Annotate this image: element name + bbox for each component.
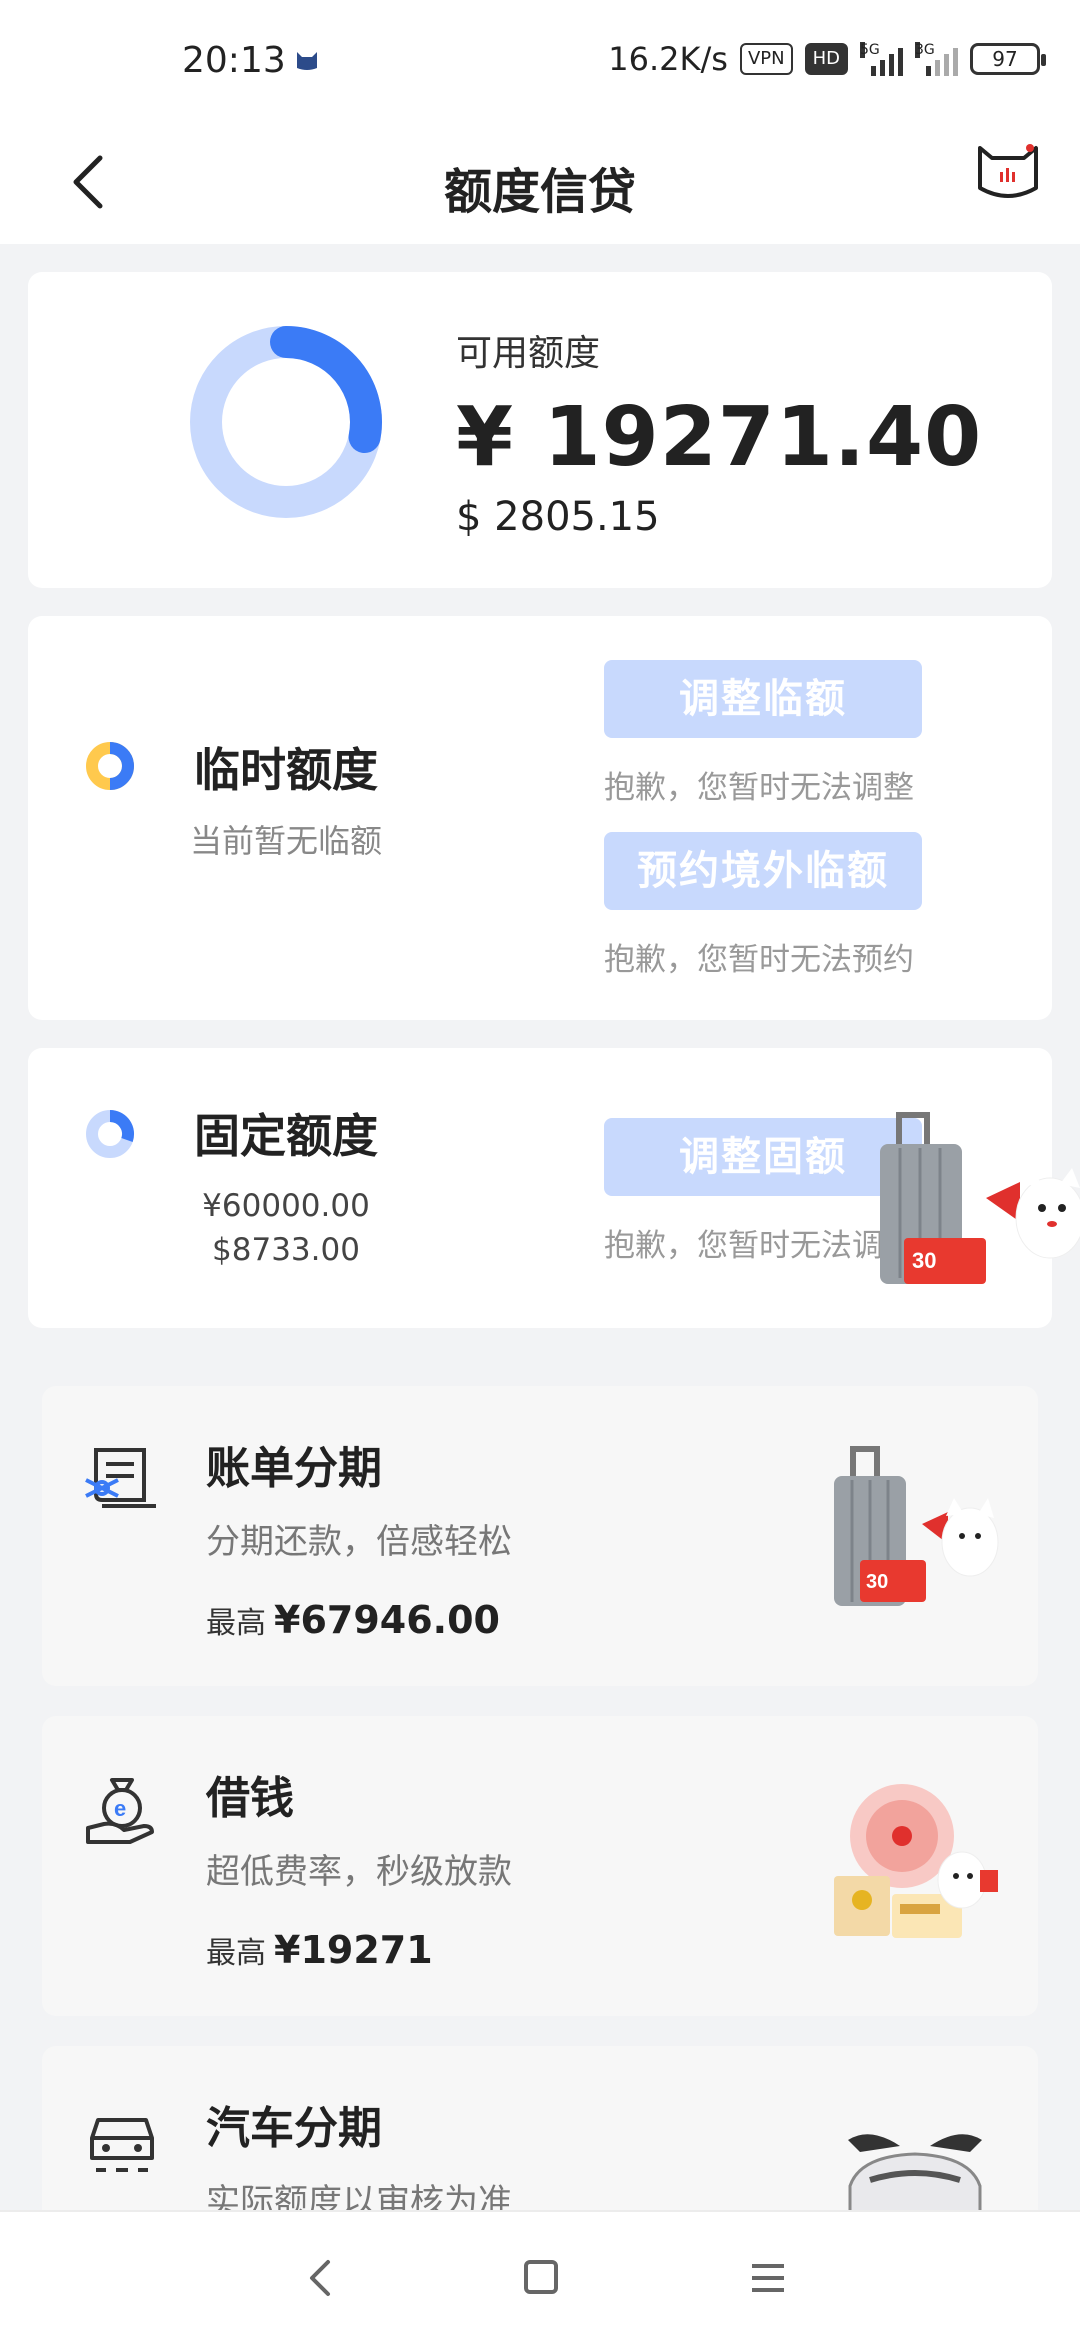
- fixed-credit-title: 固定额度: [194, 1109, 378, 1163]
- svg-text:30: 30: [912, 1248, 936, 1273]
- feature-title: 账单分期: [206, 1443, 382, 1494]
- feature-title: 汽车分期: [206, 2103, 382, 2154]
- car-icon: [90, 2118, 154, 2172]
- status-time: 20:13: [182, 40, 286, 81]
- status-right: 16.2K/s VPN HD 5G 3G 97: [608, 40, 1046, 78]
- available-credit-usd: $ 2805.15: [456, 494, 660, 540]
- fixed-credit-donut-icon: [86, 1109, 135, 1158]
- hd-badge: HD: [804, 43, 848, 75]
- fixed-credit-usd: $8733.00: [212, 1232, 360, 1268]
- page-title: 额度信贷: [443, 164, 636, 220]
- adjust-fixed-note: 抱歉，您暂时无法调: [604, 1228, 883, 1264]
- svg-text:e: e: [114, 1796, 126, 1821]
- promo-suitcase-mascot-image[interactable]: 30: [870, 1108, 1080, 1308]
- nav-back-icon[interactable]: [296, 2252, 348, 2304]
- cat-assistant-icon[interactable]: [972, 134, 1044, 206]
- feature-subtitle: 分期还款，倍感轻松: [206, 1522, 512, 1562]
- svg-text:30: 30: [866, 1571, 888, 1593]
- battery-icon: 97: [970, 43, 1046, 75]
- fixed-credit-cny: ¥60000.00: [202, 1188, 370, 1224]
- status-bar: 20:13 16.2K/s VPN HD 5G 3G 97: [0, 0, 1080, 120]
- available-credit-card: 可用额度 ¥ 19271.40 $ 2805.15: [28, 272, 1052, 588]
- available-credit-cny: ¥ 19271.40: [456, 390, 983, 485]
- nav-bar: 额度信贷: [0, 120, 1080, 244]
- net-speed: 16.2K/s: [608, 40, 728, 78]
- temporary-credit-subtitle: 当前暂无临额: [190, 822, 383, 860]
- nav-home-icon[interactable]: [516, 2252, 568, 2304]
- fixed-credit-card: 固定额度 ¥60000.00 $8733.00 调整固额 抱歉，您暂时无法调 3…: [28, 1048, 1080, 1328]
- temporary-credit-title: 临时额度: [194, 743, 378, 797]
- temporary-credit-card: 临时额度 当前暂无临额 调整临额 抱歉，您暂时无法调整 预约境外临额 抱歉，您暂…: [28, 616, 1052, 1020]
- bill-installment-card[interactable]: 账单分期 分期还款，倍感轻松 最高 ¥67946.00 30: [42, 1386, 1038, 1686]
- adjust-temporary-button[interactable]: 调整临额: [604, 660, 922, 738]
- feature-subtitle: 超低费率，秒级放款: [206, 1852, 512, 1892]
- borrow-money-card[interactable]: e 借钱 超低费率，秒级放款 最高 ¥19271: [42, 1716, 1038, 2016]
- feature-max: 最高 ¥19271: [206, 1928, 433, 1972]
- coupon-mascot-image: [834, 1784, 998, 1938]
- suitcase-mascot-image: 30: [834, 1446, 999, 1606]
- feature-max: 最高 ¥67946.00: [206, 1598, 500, 1642]
- bill-installment-icon: [85, 1448, 156, 1508]
- feature-title: 借钱: [206, 1773, 294, 1824]
- available-credit-donut: [190, 326, 382, 518]
- cat-notification-icon: [297, 52, 317, 70]
- nav-menu-icon[interactable]: [742, 2252, 794, 2304]
- temporary-credit-donut-icon: [86, 742, 134, 790]
- system-nav-bar: [0, 2210, 1080, 2340]
- vpn-badge: VPN: [739, 43, 793, 75]
- overseas-temporary-button[interactable]: 预约境外临额: [604, 832, 922, 910]
- money-bag-hand-icon: e: [86, 1778, 154, 1844]
- overseas-temporary-note: 抱歉，您暂时无法预约: [604, 942, 914, 978]
- available-credit-label: 可用额度: [456, 333, 601, 374]
- adjust-temporary-note: 抱歉，您暂时无法调整: [604, 770, 914, 806]
- signal-3g-icon: 3G: [915, 42, 958, 76]
- signal-5g-icon: 5G: [860, 42, 903, 76]
